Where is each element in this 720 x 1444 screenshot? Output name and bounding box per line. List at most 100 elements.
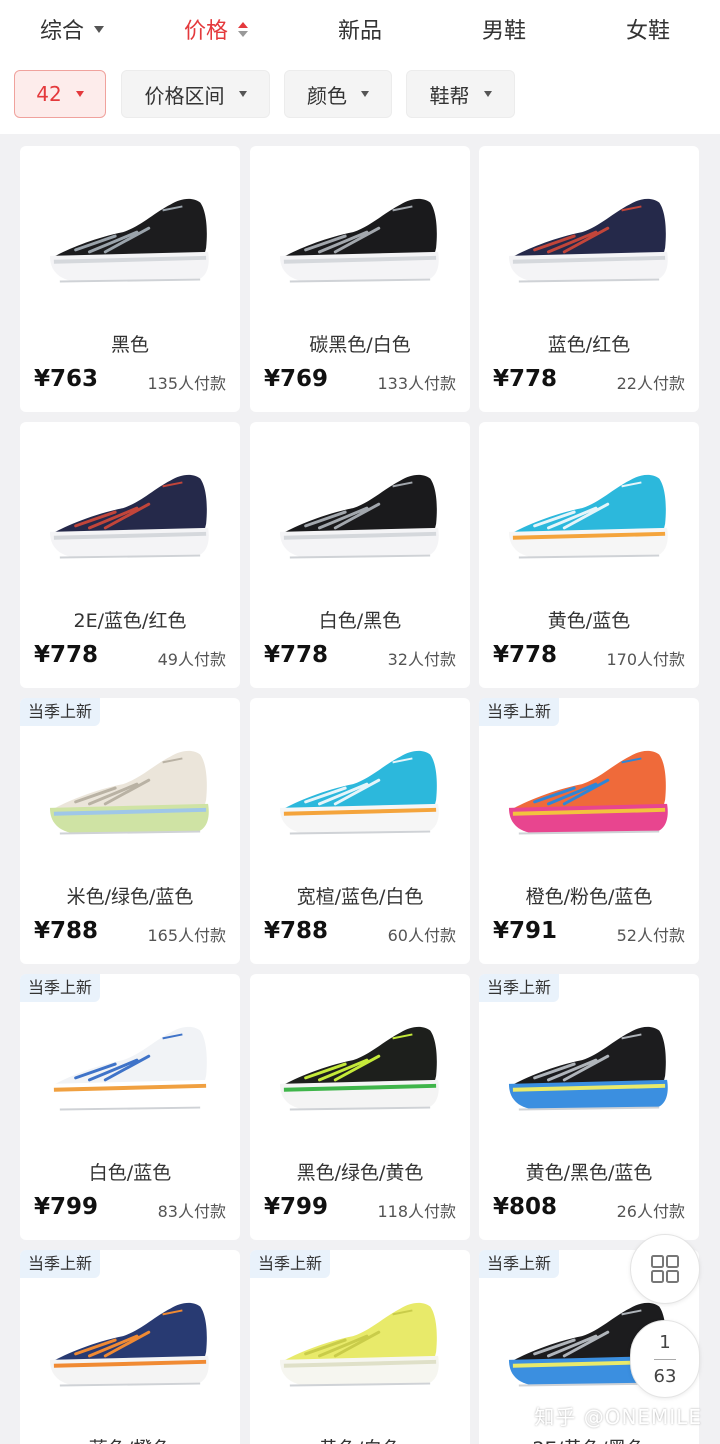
product-buyer-count: 60人付款 (387, 926, 456, 945)
product-price: ¥799 (34, 1194, 99, 1220)
product-buyer-count: 22人付款 (616, 374, 685, 393)
filter-collar[interactable]: 鞋帮 (406, 70, 515, 118)
product-color-name: 橙色/粉色/蓝色 (525, 886, 653, 908)
product-buyer-count: 118人付款 (377, 1202, 456, 1221)
sort-tab-new[interactable]: 新品 (288, 0, 432, 58)
new-season-badge: 当季上新 (20, 698, 101, 726)
product-image[interactable] (276, 192, 444, 292)
product-buyer-count: 165人付款 (147, 926, 226, 945)
new-season-badge: 当季上新 (20, 974, 101, 1002)
watermark: 知乎 @ONEMILE (534, 1405, 702, 1429)
product-color-name: 2E/黄色/黑色 (479, 1434, 699, 1444)
product-price: ¥778 (493, 366, 558, 392)
product-card[interactable]: 宽楦/蓝色/白色 ¥788 60人付款 (250, 698, 470, 964)
sort-tab-women[interactable]: 女鞋 (576, 0, 720, 58)
sort-tab-label: 新品 (337, 19, 382, 44)
product-card[interactable]: 当季上新黄色/白色 (250, 1250, 470, 1444)
product-card[interactable]: 黑色/绿色/黄色 ¥799 118人付款 (250, 974, 470, 1240)
product-image[interactable] (46, 192, 214, 292)
product-card[interactable]: 当季上新白色/蓝色 ¥799 83人付款 (20, 974, 240, 1240)
new-season-badge: 当季上新 (479, 974, 560, 1002)
product-image[interactable] (505, 744, 673, 844)
grid-view-icon (651, 1255, 679, 1283)
product-price: ¥778 (493, 642, 558, 668)
product-image[interactable] (276, 1296, 444, 1396)
product-card[interactable]: 黑色 ¥763 135人付款 (20, 146, 240, 412)
sort-tab-men[interactable]: 男鞋 (432, 0, 576, 58)
product-card[interactable]: 白色/黑色 ¥778 32人付款 (250, 422, 470, 688)
sort-tab-label: 女鞋 (625, 19, 670, 44)
product-card[interactable]: 碳黑色/白色 ¥769 133人付款 (250, 146, 470, 412)
chevron-down-icon (94, 25, 104, 33)
product-image[interactable] (46, 468, 214, 568)
product-image[interactable] (276, 468, 444, 568)
product-buyer-count: 32人付款 (387, 650, 456, 669)
product-card[interactable]: 当季上新蓝色/橙色 (20, 1250, 240, 1444)
product-image[interactable] (276, 744, 444, 844)
product-image[interactable] (46, 744, 214, 844)
page-indicator[interactable]: 1 63 (630, 1320, 700, 1398)
new-season-badge: 当季上新 (250, 1250, 331, 1278)
product-card[interactable]: 当季上新米色/绿色/蓝色 ¥788 165人付款 (20, 698, 240, 964)
page-total: 63 (653, 1365, 677, 1387)
sort-tab-comprehensive[interactable]: 综合 (0, 0, 144, 58)
sort-order-icon (238, 21, 248, 37)
product-color-name: 宽楦/蓝色/白色 (296, 886, 424, 908)
product-price: ¥791 (493, 918, 558, 944)
product-price: ¥799 (264, 1194, 329, 1220)
filter-label: 颜色 (307, 83, 347, 108)
filter-bar: 42 价格区间 颜色 鞋帮 (0, 58, 720, 134)
sort-tab-label: 价格 (183, 19, 228, 44)
filter-size[interactable]: 42 (14, 70, 106, 118)
product-color-name: 蓝色/红色 (547, 334, 631, 356)
new-season-badge: 当季上新 (479, 698, 560, 726)
product-price: ¥788 (264, 918, 329, 944)
product-image[interactable] (505, 1020, 673, 1120)
filter-label: 价格区间 (144, 83, 225, 108)
product-image[interactable] (46, 1020, 214, 1120)
product-color-name: 米色/绿色/蓝色 (66, 886, 194, 908)
product-buyer-count: 52人付款 (616, 926, 685, 945)
filter-price-range[interactable]: 价格区间 (121, 70, 270, 118)
product-card[interactable]: 2E/蓝色/红色 ¥778 49人付款 (20, 422, 240, 688)
page-divider (654, 1358, 676, 1360)
product-buyer-count: 26人付款 (616, 1202, 685, 1221)
new-season-badge: 当季上新 (479, 1250, 560, 1278)
product-image[interactable] (276, 1020, 444, 1120)
product-buyer-count: 49人付款 (157, 650, 226, 669)
product-price: ¥788 (34, 918, 99, 944)
sort-tab-label: 男鞋 (481, 19, 526, 44)
chevron-down-icon (361, 91, 369, 97)
product-buyer-count: 133人付款 (377, 374, 456, 393)
product-card[interactable]: 蓝色/红色 ¥778 22人付款 (479, 146, 699, 412)
product-card[interactable]: 当季上新 黄色/黑色/蓝色 ¥808 26人付款 (479, 974, 699, 1240)
product-card[interactable]: 黄色/蓝色 ¥778 170人付款 (479, 422, 699, 688)
product-color-name: 黑色/绿色/黄色 (296, 1162, 424, 1184)
sort-tab-price[interactable]: 价格 (144, 0, 288, 58)
product-buyer-count: 83人付款 (157, 1202, 226, 1221)
product-buyer-count: 170人付款 (606, 650, 685, 669)
product-color-name: 碳黑色/白色 (309, 334, 411, 356)
chevron-down-icon (75, 91, 84, 97)
filter-label: 42 (36, 82, 62, 106)
sort-tab-label: 综合 (39, 19, 84, 44)
product-buyer-count: 135人付款 (147, 374, 226, 393)
product-price: ¥808 (493, 1194, 558, 1220)
product-card[interactable]: 当季上新橙色/粉色/蓝色 ¥791 52人付款 (479, 698, 699, 964)
product-image[interactable] (505, 468, 673, 568)
product-price: ¥778 (34, 642, 99, 668)
product-color-name: 白色/黑色 (318, 610, 402, 632)
new-season-badge: 当季上新 (20, 1250, 101, 1278)
filter-color[interactable]: 颜色 (284, 70, 392, 118)
product-price: ¥769 (264, 366, 329, 392)
product-image[interactable] (46, 1296, 214, 1396)
chevron-down-icon (483, 91, 492, 97)
product-color-name: 蓝色/橙色 (20, 1434, 240, 1444)
product-image[interactable] (505, 192, 673, 292)
grid-view-button[interactable] (630, 1234, 700, 1304)
product-color-name: 黑色 (110, 334, 149, 356)
chevron-down-icon (238, 91, 247, 97)
sort-bar: 综合 价格 新品 男鞋 女鞋 (0, 0, 720, 58)
product-color-name: 白色/蓝色 (88, 1162, 172, 1184)
product-price: ¥778 (264, 642, 329, 668)
